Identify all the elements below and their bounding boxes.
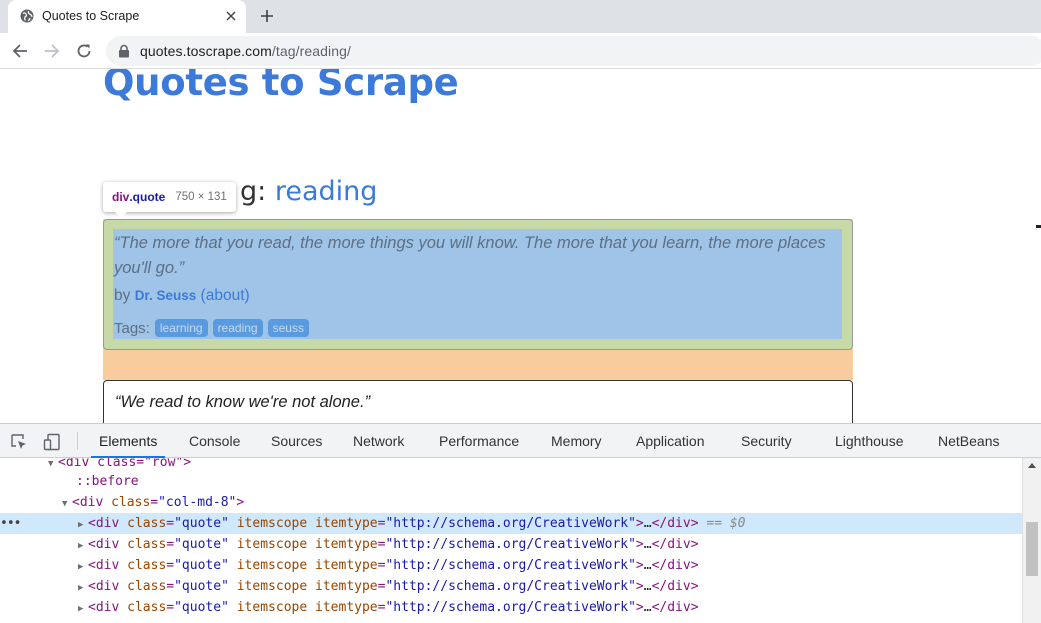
tab-memory[interactable]: Memory bbox=[551, 424, 602, 458]
close-icon[interactable] bbox=[222, 7, 240, 25]
more-dots-icon[interactable]: ••• bbox=[0, 513, 21, 534]
col-attr: class bbox=[111, 495, 151, 510]
tags-label: Tags: bbox=[114, 319, 150, 337]
address-bar[interactable]: quotes.toscrape.com/tag/reading/ bbox=[106, 36, 1041, 66]
tag-learning[interactable]: learning bbox=[154, 319, 208, 337]
globe-icon bbox=[20, 9, 34, 23]
tooltip-tag: div bbox=[112, 190, 130, 204]
quote-author: Dr. Seuss bbox=[134, 288, 197, 303]
col-val: "col-md-8" bbox=[158, 495, 237, 510]
text-cursor-mark bbox=[1036, 225, 1041, 228]
expand-triangle-icon[interactable]: ▶ bbox=[78, 557, 88, 578]
tag-seuss[interactable]: seuss bbox=[267, 319, 309, 337]
viewing-prefix: g: bbox=[240, 176, 267, 207]
url-text: quotes.toscrape.com/tag/reading/ bbox=[140, 43, 351, 59]
scroll-up-arrow-icon[interactable] bbox=[1028, 463, 1036, 468]
forward-arrow-icon[interactable] bbox=[41, 40, 63, 62]
quote-author-line: by Dr. Seuss (about) bbox=[114, 287, 250, 305]
dom-scrollbar[interactable] bbox=[1022, 458, 1041, 623]
pseudo-before: ::before bbox=[76, 474, 139, 489]
expand-triangle-icon[interactable]: ▶ bbox=[78, 599, 88, 620]
selected-marker: == $0 bbox=[706, 516, 746, 531]
tooltip-size: 750 × 131 bbox=[175, 191, 227, 203]
url-path: /tag/reading/ bbox=[271, 43, 351, 59]
quote-text: “We read to know we're not alone.” bbox=[115, 393, 371, 411]
quote-text: “The more that you read, the more things… bbox=[114, 234, 826, 277]
tooltip-arrow bbox=[114, 211, 128, 218]
tab-netbeans[interactable]: NetBeans bbox=[938, 424, 999, 458]
browser-toolbar: quotes.toscrape.com/tag/reading/ bbox=[0, 33, 1041, 69]
dom-pseudo-before[interactable]: ::before bbox=[0, 471, 1022, 492]
browser-tabstrip: Quotes to Scrape bbox=[0, 0, 1041, 33]
quote-by-label: by bbox=[114, 287, 131, 304]
tab-title: Quotes to Scrape bbox=[42, 9, 140, 23]
dom-node-quote[interactable]: ▶ <div class="quote" itemscope itemtype="… bbox=[0, 555, 1022, 576]
dom-node-quote[interactable]: ▶ <div class="quote" itemscope itemtype="… bbox=[0, 597, 1022, 618]
collapse-triangle-icon[interactable]: ▼ bbox=[62, 494, 72, 515]
tab-application[interactable]: Application bbox=[636, 424, 705, 458]
tab-console[interactable]: Console bbox=[189, 424, 240, 458]
expand-triangle-icon[interactable]: ▶ bbox=[78, 578, 88, 599]
tooltip-class: .quote bbox=[129, 190, 166, 204]
device-toolbar-icon[interactable] bbox=[42, 432, 62, 452]
lock-icon[interactable] bbox=[118, 44, 130, 58]
tab-elements[interactable]: Elements bbox=[91, 424, 166, 458]
dom-node-col[interactable]: ▼ <div class="col-md-8"> bbox=[0, 492, 1022, 513]
url-host: quotes.toscrape.com bbox=[140, 43, 272, 59]
browser-tab[interactable]: Quotes to Scrape bbox=[8, 0, 246, 33]
dom-tree: ▼ <div class="row"> ::before ▼ <div class=… bbox=[0, 458, 1022, 623]
devtools-panel: Elements Console Sources Network Perform… bbox=[0, 423, 1041, 623]
tab-security[interactable]: Security bbox=[741, 424, 792, 458]
dom-node-quote[interactable]: ▶ <div class="quote" itemscope itemtype="… bbox=[0, 534, 1022, 555]
tab-sources[interactable]: Sources bbox=[271, 424, 322, 458]
tab-lighthouse[interactable]: Lighthouse bbox=[835, 424, 904, 458]
tab-network[interactable]: Network bbox=[353, 424, 404, 458]
expand-triangle-icon[interactable]: ▶ bbox=[78, 536, 88, 557]
viewing-tag-link[interactable]: reading bbox=[275, 176, 378, 207]
expand-triangle-icon[interactable]: ▶ bbox=[78, 515, 88, 536]
dom-node-quote[interactable]: ▶ <div class="quote" itemscope itemtype="… bbox=[0, 576, 1022, 597]
toolbar-separator bbox=[77, 432, 78, 450]
scroll-thumb[interactable] bbox=[1026, 522, 1038, 576]
quote-card: “We read to know we're not alone.” bbox=[103, 380, 853, 423]
tag-reading[interactable]: reading bbox=[212, 319, 263, 337]
dom-row-tag: <div class="row"> bbox=[58, 458, 192, 470]
about-link[interactable]: (about) bbox=[201, 287, 250, 304]
back-arrow-icon[interactable] bbox=[9, 40, 31, 62]
inspect-element-icon[interactable] bbox=[9, 432, 29, 452]
site-title[interactable]: Quotes to Scrape bbox=[103, 69, 459, 104]
dom-node-quote-selected[interactable]: ••• ▶ <div class="quote" itemscope itemty… bbox=[0, 513, 1022, 534]
page-viewport: Quotes to Scrape g: reading “The more th… bbox=[0, 69, 1041, 423]
quote-tags: Tags: learning reading seuss bbox=[114, 319, 309, 337]
devtools-tabbar: Elements Console Sources Network Perform… bbox=[0, 424, 1041, 458]
plus-icon[interactable] bbox=[256, 5, 278, 27]
col-tag: div bbox=[79, 495, 104, 510]
inspector-tooltip: div .quote 750 × 131 bbox=[103, 182, 236, 212]
tab-performance[interactable]: Performance bbox=[439, 424, 519, 458]
reload-icon[interactable] bbox=[73, 40, 95, 62]
